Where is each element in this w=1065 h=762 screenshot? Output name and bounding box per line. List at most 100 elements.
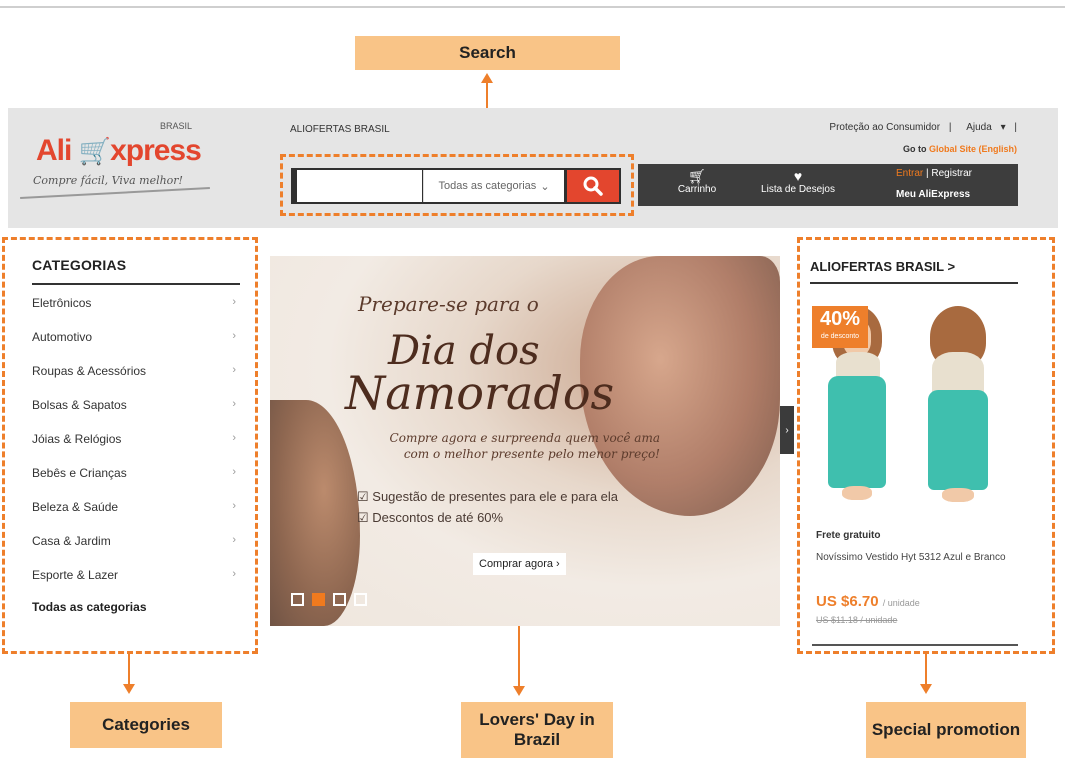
categories-title: CATEGORIAS — [32, 257, 127, 273]
aliexpress-logo[interactable]: Ali 🛒xpress — [36, 134, 202, 168]
all-categories-link[interactable]: Todas as categorias — [32, 600, 147, 614]
category-label: Casa & Jardim — [32, 534, 111, 548]
my-account-link[interactable]: Meu AliExpress — [896, 189, 970, 200]
category-label: Bebês e Crianças — [32, 466, 127, 480]
link-separator: | — [1014, 122, 1017, 133]
price-unit: / unidade — [882, 598, 920, 608]
register-link[interactable]: Registrar — [931, 168, 972, 179]
lovers-day-callout-text: Lovers' Day in Brazil — [479, 709, 595, 749]
login-link[interactable]: Entrar — [896, 168, 923, 179]
cart-label: Carrinho — [677, 184, 717, 195]
chevron-down-icon: ▾ — [1000, 122, 1006, 133]
logo-slogan: Compre fácil, Viva melhor! — [33, 174, 183, 187]
global-site-link[interactable]: Global Site (English) — [929, 144, 1017, 154]
chevron-right-icon: › — [232, 466, 236, 478]
help-label: Ajuda — [966, 122, 992, 133]
promo-callout-text: Special promotion — [871, 719, 1021, 739]
category-item[interactable]: Automotivo › — [32, 330, 240, 344]
banner-check-1-text: Sugestão de presentes para ele e para el… — [372, 489, 619, 504]
logo-text-2: xpress — [110, 134, 202, 167]
banner-subtitle-line-2: com o melhor presente pelo menor preço! — [403, 447, 660, 462]
carousel-dots — [291, 593, 367, 606]
global-site-line: Go to Global Site (English) — [903, 144, 1017, 154]
banner-check-1: ☑ Sugestão de presentes para ele e para … — [357, 489, 618, 505]
categories-arrow-line — [128, 654, 130, 684]
promo-title[interactable]: ALIOFERTAS BRASIL > — [810, 259, 955, 274]
carousel-dot[interactable] — [333, 593, 346, 606]
buy-now-button[interactable]: Comprar agora › — [473, 553, 566, 575]
dress-lace — [836, 352, 880, 378]
chevron-right-icon: › — [232, 296, 236, 308]
protection-link[interactable]: Proteção ao Consumidor — [829, 122, 940, 133]
top-divider — [0, 6, 1065, 8]
banner-subtitle: Compre agora e surpreenda quem você ama … — [350, 430, 660, 462]
checkbox-icon: ☑ — [357, 510, 369, 525]
discount-label: de desconto — [820, 333, 860, 340]
dress-body — [828, 376, 886, 488]
category-item[interactable]: Bebês e Crianças › — [32, 466, 240, 480]
carousel-next-button[interactable]: › — [780, 406, 794, 454]
chevron-right-icon: › — [232, 398, 236, 410]
carousel-dot[interactable] — [291, 593, 304, 606]
category-label: Esporte & Lazer — [32, 568, 119, 582]
categories-arrow-head — [123, 684, 135, 694]
cart-link[interactable]: 🛒︎ Carrinho — [672, 168, 722, 195]
price-value: US $6.70 — [816, 593, 879, 610]
category-label: Bolsas & Sapatos — [32, 398, 127, 412]
category-item[interactable]: Jóias & Relógios › — [32, 432, 240, 446]
chevron-right-icon: › — [232, 330, 236, 342]
help-menu[interactable]: Ajuda ▾ — [960, 122, 1005, 133]
category-label: Jóias & Relógios — [32, 432, 122, 446]
product-price: US $6.70 / unidade — [816, 593, 920, 610]
search-arrow-head — [481, 73, 493, 83]
category-item[interactable]: Casa & Jardim › — [32, 534, 240, 548]
discount-badge: 40% de desconto — [812, 306, 868, 348]
logo-country: BRASIL — [160, 121, 193, 131]
category-item[interactable]: Bolsas & Sapatos › — [32, 398, 240, 412]
free-shipping-label: Frete gratuito — [816, 530, 881, 541]
banner-subtitle-line-1: Compre agora e surpreenda quem você ama — [389, 431, 660, 445]
category-item[interactable]: Beleza & Saúde › — [32, 500, 240, 514]
chevron-right-icon: › — [232, 534, 236, 546]
category-item[interactable]: Eletrônicos › — [32, 296, 240, 310]
categories-callout: Categories — [70, 702, 222, 748]
wishlist-label: Lista de Desejos — [761, 184, 835, 195]
checkbox-icon: ☑ — [357, 489, 369, 504]
banner-check-2-text: Descontos de até 60% — [372, 510, 504, 525]
search-highlight-box — [280, 154, 634, 216]
discount-percent: 40% — [819, 308, 861, 330]
product-name[interactable]: Novíssimo Vestido Hyt 5312 Azul e Branco — [816, 551, 1016, 565]
category-item[interactable]: Esporte & Lazer › — [32, 568, 240, 582]
logo-text: Ali — [36, 134, 72, 167]
search-callout-text: Search — [459, 42, 516, 62]
category-label: Eletrônicos — [32, 296, 92, 310]
chevron-right-icon: › — [232, 568, 236, 580]
logo-cart-icon: 🛒 — [78, 136, 111, 166]
chevron-right-icon: › — [232, 432, 236, 444]
dress-body — [928, 390, 988, 490]
carousel-dot[interactable] — [354, 593, 367, 606]
banner-namorados-text: Namorados — [345, 366, 615, 420]
carousel-dot-active[interactable] — [312, 593, 325, 606]
wishlist-link[interactable]: ♥ Lista de Desejos — [748, 168, 848, 195]
category-label: Roupas & Acessórios — [32, 364, 147, 378]
promo-arrow-head — [920, 684, 932, 694]
model-legs — [842, 486, 872, 500]
header-offers-link[interactable]: ALIOFERTAS BRASIL — [290, 124, 390, 135]
old-price: US $11.18 / unidade — [816, 615, 898, 625]
category-label: Beleza & Saúde — [32, 500, 119, 514]
global-prefix: Go to — [902, 144, 927, 154]
chevron-right-icon: › — [232, 500, 236, 512]
category-item[interactable]: Roupas & Acessórios › — [32, 364, 240, 378]
promo-rule — [810, 282, 1018, 284]
promo-bottom-rule — [812, 644, 1018, 646]
chevron-right-icon: › — [785, 424, 789, 436]
dress-lace — [932, 352, 984, 392]
lovers-day-callout: Lovers' Day in Brazil — [461, 702, 613, 758]
promo-callout: Special promotion — [866, 702, 1026, 758]
promo-arrow-line — [925, 654, 927, 684]
search-callout: Search — [355, 36, 620, 70]
chevron-right-icon: › — [232, 364, 236, 376]
header-top-links: Proteção ao Consumidor | Ajuda ▾ | — [823, 122, 1017, 133]
page-canvas: Search BRASIL Ali 🛒xpress Compre fácil, … — [0, 0, 1065, 762]
